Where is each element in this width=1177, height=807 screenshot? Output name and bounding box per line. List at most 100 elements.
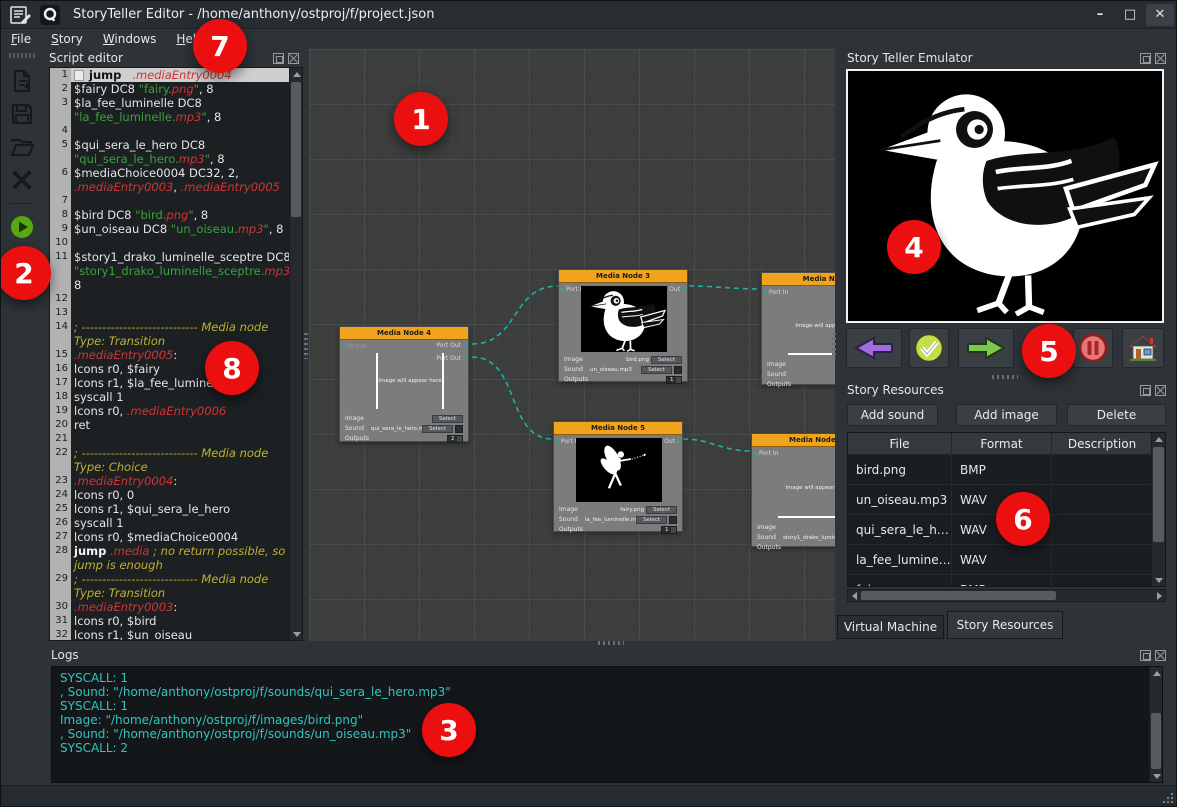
- media-node-3[interactable]: Media Node 3 Port In Port Out Image bird…: [558, 269, 688, 382]
- node-graph-canvas[interactable]: Media Node 4 Port In Port Out Port Out I…: [309, 49, 835, 641]
- code-line[interactable]: 8$bird DC8 "bird.png", 8: [50, 208, 289, 222]
- code-line[interactable]: 7: [50, 194, 289, 208]
- code-line[interactable]: 22; ---------------------------- Media n…: [50, 446, 289, 460]
- logs-scrollbar[interactable]: [1149, 667, 1162, 782]
- menu-story[interactable]: Story: [41, 31, 93, 47]
- code-line[interactable]: "story1_drako_luminelle_sceptre.mp3",: [50, 264, 289, 278]
- scroll-down-icon[interactable]: [1150, 770, 1163, 782]
- float-dock-icon[interactable]: [1140, 650, 1151, 661]
- media-node-partial-top[interactable]: Media Node Port In Image will appear her…: [761, 272, 835, 385]
- add-sound-button[interactable]: Add sound: [847, 404, 938, 426]
- toolbar-drag-handle[interactable]: [9, 53, 35, 58]
- port-out-1[interactable]: Port Out: [436, 342, 466, 349]
- code-line[interactable]: Type: Choice: [50, 460, 289, 474]
- code-line[interactable]: 3$la_fee_luminelle DC8: [50, 96, 289, 110]
- splitter-right[interactable]: [832, 333, 836, 359]
- scroll-down-icon[interactable]: [1152, 574, 1166, 586]
- code-line[interactable]: 19lcons r0, .mediaEntry0006: [50, 404, 289, 418]
- column-format[interactable]: Format: [952, 433, 1052, 454]
- next-button[interactable]: [958, 328, 1014, 368]
- close-button[interactable]: ✕: [1146, 4, 1174, 26]
- ok-button[interactable]: [909, 328, 949, 368]
- code-line[interactable]: 4: [50, 124, 289, 138]
- maximize-button[interactable]: □: [1116, 4, 1144, 26]
- emulator-splitter[interactable]: [992, 375, 1018, 379]
- column-description[interactable]: Description: [1052, 433, 1153, 454]
- column-file[interactable]: File: [848, 433, 952, 454]
- scroll-down-icon[interactable]: [290, 628, 303, 640]
- code-line[interactable]: 5$qui_sera_le_hero DC8: [50, 138, 289, 152]
- scroll-thumb[interactable]: [1153, 447, 1164, 542]
- log-output[interactable]: SYSCALL: 1, Sound: "/home/anthony/ostpro…: [51, 666, 1163, 783]
- select-image-button[interactable]: Select: [651, 356, 682, 364]
- code-line[interactable]: "la_fee_luminelle.mp3", 8: [50, 110, 289, 124]
- select-sound-button[interactable]: Select: [641, 366, 672, 374]
- port-in[interactable]: Port In: [754, 450, 778, 457]
- scroll-thumb[interactable]: [861, 591, 1056, 600]
- code-line[interactable]: 25lcons r1, $qui_sera_le_hero: [50, 502, 289, 516]
- table-row[interactable]: fairy.pngBMP: [848, 575, 1165, 587]
- code-line[interactable]: 12: [50, 292, 289, 306]
- code-line[interactable]: 1jump .mediaEntry0004: [50, 68, 289, 82]
- table-hscrollbar[interactable]: [847, 589, 1166, 602]
- select-sound-button[interactable]: Select: [422, 425, 453, 433]
- table-row[interactable]: la_fee_lumine…WAV: [848, 545, 1165, 575]
- code-line[interactable]: jump is enough: [50, 558, 289, 572]
- menu-file[interactable]: File: [1, 31, 41, 47]
- scroll-up-icon[interactable]: [290, 68, 303, 80]
- back-button[interactable]: [846, 328, 902, 368]
- code-line[interactable]: Type: Transition: [50, 586, 289, 600]
- scroll-right-icon[interactable]: [1153, 590, 1165, 601]
- code-line[interactable]: 30.mediaEntry0003:: [50, 600, 289, 614]
- splitter-left[interactable]: [304, 333, 308, 359]
- media-node-4[interactable]: Media Node 4 Port In Port Out Port Out I…: [339, 326, 469, 442]
- outputs-spinbox[interactable]: 1: [661, 526, 677, 534]
- sound-play-button[interactable]: [674, 366, 682, 374]
- table-row[interactable]: bird.pngBMP: [848, 455, 1165, 485]
- open-folder-icon[interactable]: [9, 134, 35, 160]
- code-line[interactable]: Type: Transition: [50, 334, 289, 348]
- code-line[interactable]: 13: [50, 306, 289, 320]
- code-line[interactable]: 18syscall 1: [50, 390, 289, 404]
- code-line[interactable]: 11$story1_drako_luminelle_sceptre DC8: [50, 250, 289, 264]
- tab-story-resources[interactable]: Story Resources: [947, 611, 1063, 639]
- tab-virtual-machine[interactable]: Virtual Machine: [837, 615, 944, 639]
- code-line[interactable]: 6$mediaChoice0004 DC32, 2,: [50, 166, 289, 180]
- close-dock-icon[interactable]: [1155, 53, 1166, 64]
- code-line[interactable]: 2$fairy DC8 "fairy.png", 8: [50, 82, 289, 96]
- outputs-spinbox[interactable]: 1: [666, 376, 682, 384]
- sound-play-button[interactable]: [669, 516, 677, 524]
- code-line[interactable]: 9$un_oiseau DC8 "un_oiseau.mp3", 8: [50, 222, 289, 236]
- outputs-spinbox[interactable]: 2: [447, 435, 463, 443]
- resize-grip[interactable]: [1159, 789, 1173, 803]
- code-line[interactable]: 26syscall 1: [50, 516, 289, 530]
- float-dock-icon[interactable]: [273, 53, 284, 64]
- splitter-bottom[interactable]: [598, 641, 624, 645]
- code-line[interactable]: 20ret: [50, 418, 289, 432]
- float-dock-icon[interactable]: [1140, 385, 1151, 396]
- float-dock-icon[interactable]: [1140, 53, 1151, 64]
- port-in[interactable]: Port In: [342, 343, 366, 350]
- home-button[interactable]: [1122, 328, 1164, 368]
- scroll-left-icon[interactable]: [848, 590, 860, 601]
- code-line[interactable]: 27lcons r0, $mediaChoice0004: [50, 530, 289, 544]
- pause-button[interactable]: [1073, 328, 1113, 368]
- code-line[interactable]: 32lcons r1, $un_oiseau: [50, 628, 289, 640]
- code-line[interactable]: 23.mediaEntry0004:: [50, 474, 289, 488]
- scroll-thumb[interactable]: [291, 82, 301, 217]
- code-line[interactable]: 14; ---------------------------- Media n…: [50, 320, 289, 334]
- table-vscrollbar[interactable]: [1151, 433, 1165, 586]
- delete-button[interactable]: Delete: [1067, 404, 1166, 426]
- save-icon[interactable]: [9, 101, 35, 127]
- select-image-button[interactable]: Select: [646, 506, 677, 514]
- close-dock-icon[interactable]: [288, 53, 299, 64]
- scroll-up-icon[interactable]: [1152, 433, 1166, 445]
- scroll-up-icon[interactable]: [1150, 667, 1163, 679]
- new-file-icon[interactable]: [9, 68, 35, 94]
- port-in[interactable]: Port In: [764, 289, 788, 296]
- sound-play-button[interactable]: [455, 425, 463, 433]
- select-image-button[interactable]: Select: [432, 415, 463, 423]
- code-line[interactable]: "qui_sera_le_hero.mp3", 8: [50, 152, 289, 166]
- code-line[interactable]: .mediaEntry0003, .mediaEntry0005: [50, 180, 289, 194]
- code-scrollbar[interactable]: [289, 68, 302, 640]
